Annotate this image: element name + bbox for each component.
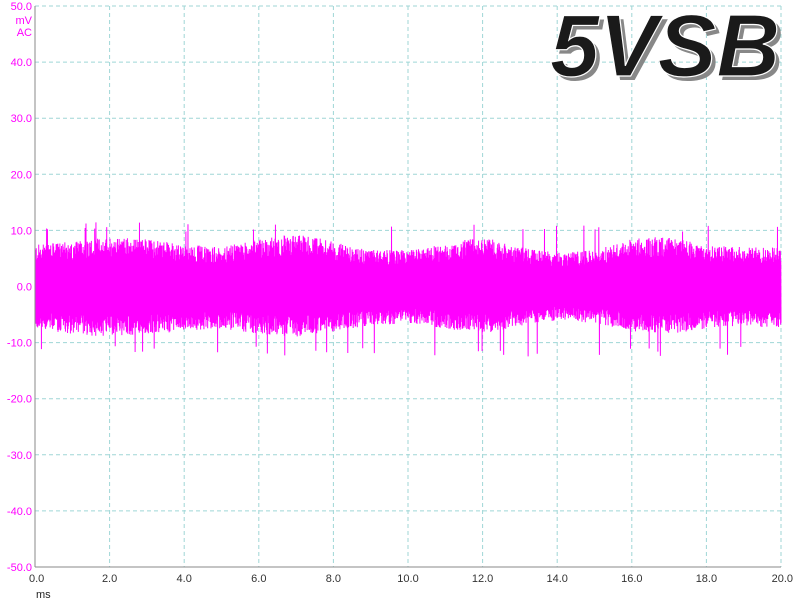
oscilloscope-chart: 50.0 40.0 30.0 20.0 10.0 0.0 -10.0 -20.0 -30.0 -4… xyxy=(7,0,793,600)
y-tick-labels: 50.0 40.0 30.0 20.0 10.0 0.0 -10.0 -20.0 -30.0 -4… xyxy=(7,1,32,574)
x-tick-label: 6.0 xyxy=(251,573,266,585)
x-tick-labels: 0.0 2.0 4.0 6.0 8.0 10.0 12.0 14.0 16.0 18.0 20.0 xyxy=(29,573,793,585)
y-tick-label: 50.0 xyxy=(11,1,32,13)
y-tick-label: -10.0 xyxy=(7,338,32,350)
x-tick-label: 12.0 xyxy=(472,573,493,585)
y-tick-label: -30.0 xyxy=(7,450,32,462)
x-tick-label: 18.0 xyxy=(696,573,717,585)
y-tick-label: 10.0 xyxy=(11,225,32,237)
x-tick-label: 16.0 xyxy=(621,573,642,585)
y-tick-label: -20.0 xyxy=(7,394,32,406)
y-coupling-label: AC xyxy=(17,27,32,39)
y-tick-label: 20.0 xyxy=(11,169,32,181)
y-tick-label: 40.0 xyxy=(11,57,32,69)
x-unit-label: ms xyxy=(36,589,51,600)
x-tick-label: 14.0 xyxy=(546,573,567,585)
y-unit-label: mV xyxy=(16,15,33,27)
x-tick-label: 0.0 xyxy=(29,573,44,585)
y-tick-label: 0.0 xyxy=(17,282,32,294)
x-tick-label: 8.0 xyxy=(326,573,341,585)
x-tick-label: 2.0 xyxy=(102,573,117,585)
badge-text: 5VSB xyxy=(550,0,780,95)
x-tick-label: 10.0 xyxy=(397,573,418,585)
y-tick-label: 30.0 xyxy=(11,113,32,125)
y-tick-label: -40.0 xyxy=(7,506,32,518)
badge-5vsb: 5VSB 5VSB xyxy=(550,0,784,99)
x-tick-label: 20.0 xyxy=(772,573,793,585)
x-tick-label: 4.0 xyxy=(177,573,192,585)
